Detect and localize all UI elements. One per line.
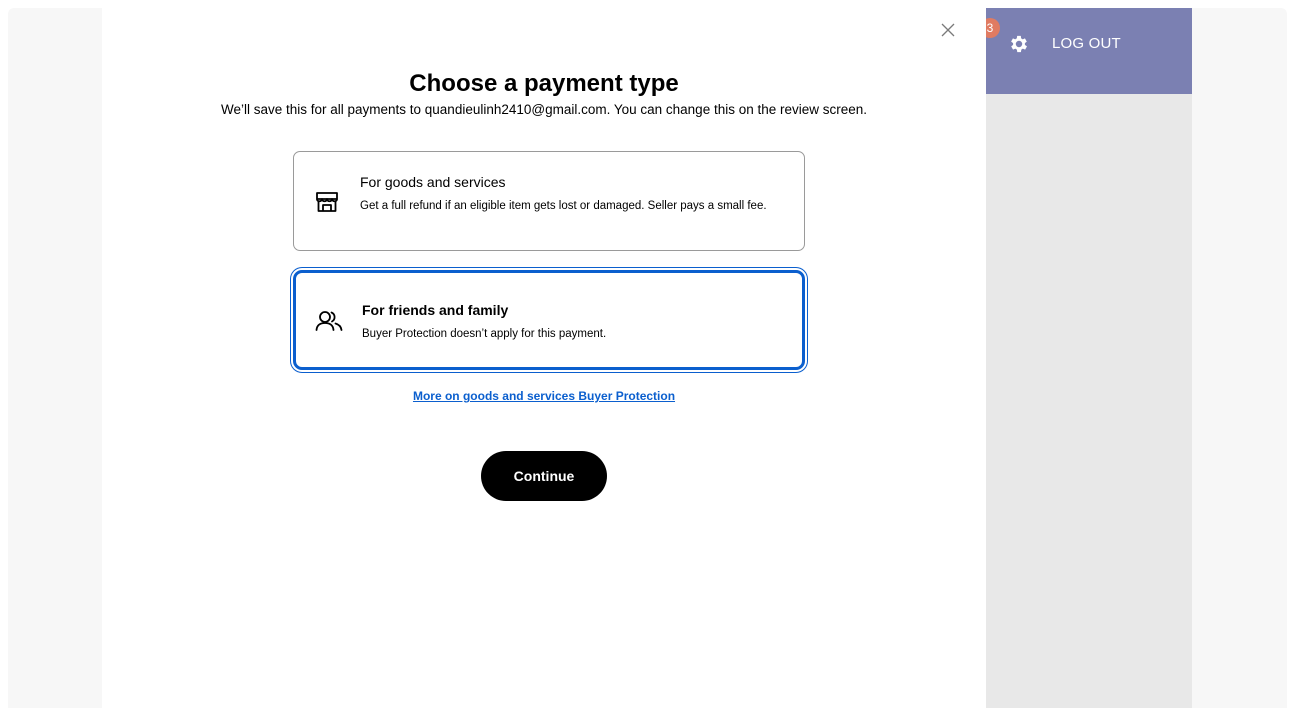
option-description: Buyer Protection doesn’t apply for this … [362,328,607,340]
option-title: For friends and family [362,302,509,318]
side-header: 3 LOG OUT [980,8,1192,94]
gear-icon[interactable] [1008,33,1030,55]
modal-subtitle: We’ll save this for all payments to quan… [220,102,868,117]
modal-title: Choose a payment type [409,70,679,97]
option-title: For goods and services [360,174,506,190]
people-icon [315,311,343,331]
close-icon[interactable] [940,22,956,38]
option-friends-and-family[interactable]: For friends and family Buyer Protection … [293,270,805,370]
buyer-protection-link[interactable]: More on goods and services Buyer Protect… [102,389,986,403]
storefront-icon [316,192,338,212]
option-goods-and-services[interactable]: For goods and services Get a full refund… [293,151,805,251]
option-description: Get a full refund if an eligible item ge… [360,200,767,212]
side-panel: 3 LOG OUT [980,8,1192,708]
continue-button[interactable]: Continue [481,451,607,501]
logout-link[interactable]: LOG OUT [1052,35,1121,52]
payment-type-modal: Choose a payment type We’ll save this fo… [102,8,986,708]
